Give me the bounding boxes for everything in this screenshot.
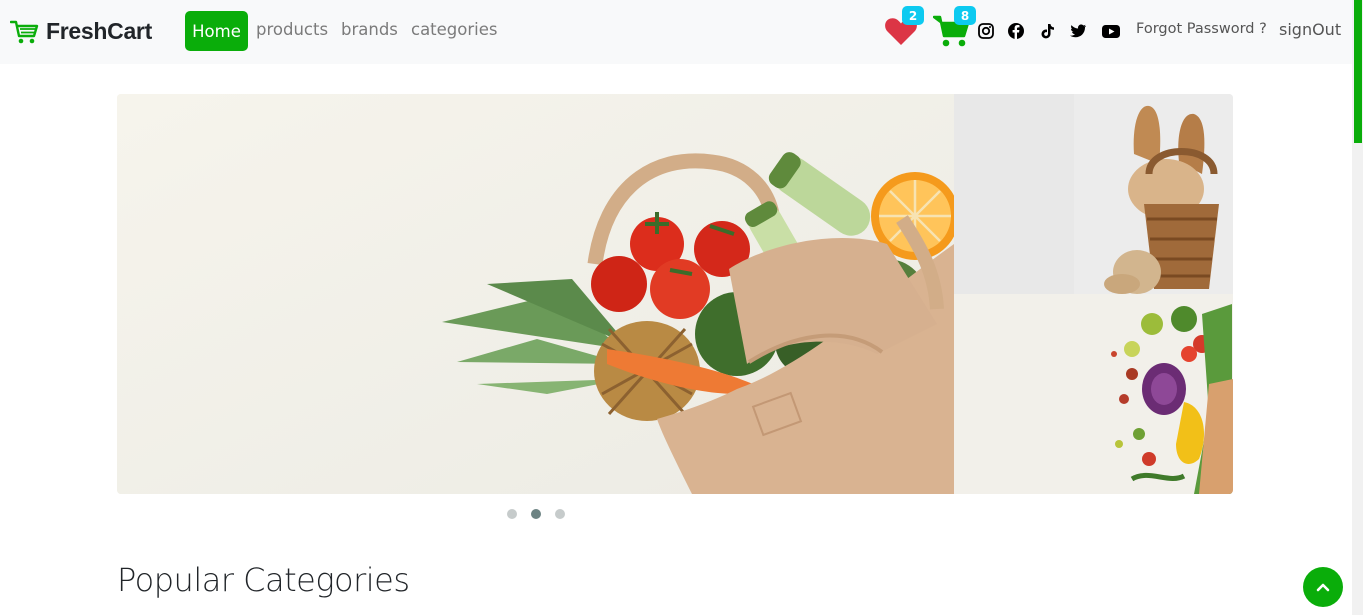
- bread-basket-illustration: [954, 94, 1233, 294]
- vegetables-bag-illustration: [954, 294, 1233, 494]
- section-title: Popular Categories: [117, 561, 410, 599]
- nav-item-categories[interactable]: categories: [411, 20, 498, 39]
- wishlist-count-badge: 2: [902, 6, 924, 25]
- cart-button[interactable]: 8: [933, 6, 976, 48]
- nav-item-products[interactable]: products: [256, 20, 328, 39]
- tiktok-icon[interactable]: [1038, 22, 1056, 40]
- slider-dot-1[interactable]: [507, 509, 517, 519]
- shopping-cart-icon: [10, 20, 39, 43]
- side-image-bread[interactable]: [954, 94, 1233, 294]
- facebook-icon[interactable]: [1007, 22, 1025, 40]
- instagram-icon[interactable]: [977, 22, 995, 40]
- scroll-to-top-button[interactable]: [1303, 567, 1343, 607]
- navbar: FreshCart Home products brands categorie…: [0, 0, 1352, 64]
- sign-out-link[interactable]: signOut: [1279, 20, 1341, 39]
- slider-dot-2[interactable]: [531, 509, 541, 519]
- slider-dot-3[interactable]: [555, 509, 565, 519]
- twitter-icon[interactable]: [1069, 22, 1087, 40]
- wishlist-button[interactable]: 2: [884, 6, 924, 48]
- side-image-vegetables[interactable]: [954, 294, 1233, 494]
- brand-logo[interactable]: FreshCart: [10, 18, 152, 45]
- brand-name: FreshCart: [46, 18, 152, 44]
- youtube-icon[interactable]: [1101, 22, 1121, 40]
- hero-slider-image[interactable]: [117, 94, 954, 494]
- scrollbar-thumb[interactable]: [1354, 0, 1362, 143]
- forgot-password-link[interactable]: Forgot Password ?: [1136, 21, 1267, 37]
- cart-count-badge: 8: [954, 6, 976, 25]
- grocery-bag-illustration: [117, 94, 954, 494]
- nav-item-home[interactable]: Home: [185, 11, 248, 51]
- chevron-up-icon: [1316, 583, 1330, 592]
- nav-item-brands[interactable]: brands: [341, 20, 398, 39]
